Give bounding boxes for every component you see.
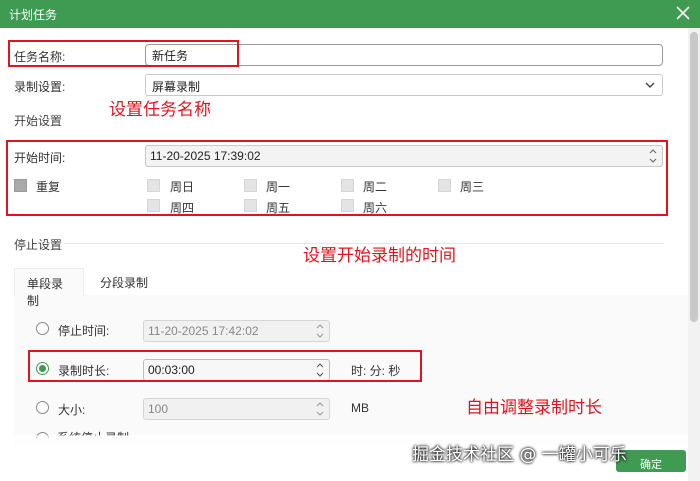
size-label: 大小: bbox=[58, 403, 86, 417]
stop-time-value: 11-20-2025 17:42:02 bbox=[148, 324, 259, 338]
annotation-text-name: 设置任务名称 bbox=[109, 100, 211, 120]
annotation-box-task-name bbox=[8, 40, 239, 67]
annotation-box-start-time bbox=[6, 140, 668, 216]
watermark: 掘金技术社区 @ 一罐小可乐 bbox=[412, 445, 627, 465]
record-setting-label: 录制设置: bbox=[14, 80, 66, 94]
size-stepper[interactable] bbox=[315, 400, 325, 418]
record-setting-value: 屏幕录制 bbox=[152, 80, 201, 94]
annotation-box-duration bbox=[28, 350, 422, 382]
stop-time-input[interactable]: 11-20-2025 17:42:02 bbox=[143, 320, 330, 342]
annotation-text-duration: 自由调整录制时长 bbox=[466, 398, 602, 418]
window-title: 计划任务 bbox=[9, 8, 58, 22]
annotation-text-start: 设置开始录制的时间 bbox=[303, 246, 456, 266]
start-section-title: 开始设置 bbox=[14, 114, 63, 128]
stop-time-label: 停止时间: bbox=[58, 324, 110, 338]
tab-multi-segment[interactable]: 分段录制 bbox=[88, 268, 168, 296]
stop-time-stepper[interactable] bbox=[315, 322, 325, 340]
title-bar: 计划任务 bbox=[0, 0, 700, 28]
record-setting-select[interactable]: 屏幕录制 bbox=[145, 74, 663, 96]
stop-tabs: 单段录制 分段录制 bbox=[14, 268, 688, 308]
close-icon[interactable] bbox=[674, 3, 692, 23]
chevron-down-icon bbox=[644, 79, 656, 91]
stop-time-radio[interactable] bbox=[36, 322, 49, 335]
size-input[interactable]: 100 bbox=[143, 398, 330, 420]
size-value: 100 bbox=[148, 402, 169, 416]
scrollbar-thumb[interactable] bbox=[690, 32, 698, 322]
tab-single-segment[interactable]: 单段录制 bbox=[14, 268, 84, 308]
vertical-scrollbar[interactable] bbox=[688, 28, 700, 481]
stop-section-title: 停止设置 bbox=[14, 238, 63, 252]
size-radio[interactable] bbox=[36, 401, 49, 414]
size-unit: MB bbox=[351, 401, 369, 415]
